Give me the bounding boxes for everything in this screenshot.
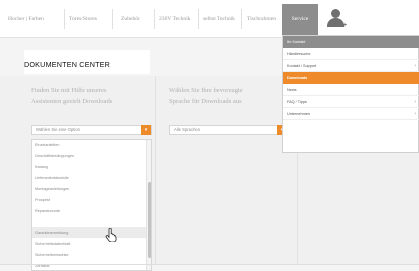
nav-divider (64, 9, 65, 29)
menu-item-unternehmen[interactable]: Unternehmen › (283, 108, 419, 120)
menu-item-news[interactable]: News (283, 84, 419, 96)
nav-divider (241, 9, 242, 29)
page-title: DOKUMENTEN CENTER (24, 60, 111, 69)
nav-item-tores-stores[interactable]: Tores/Stores (69, 0, 97, 38)
chevron-right-icon: › (414, 99, 416, 105)
left-intro-text: Finden Sie mit Hilfe unseres Assistenten… (31, 87, 113, 105)
menu-item-faq-tipps[interactable]: FAQ / Tipps › (283, 96, 419, 108)
nav-item-service[interactable]: Service (282, 4, 318, 35)
menu-item-downloads[interactable]: Downloads (283, 72, 419, 84)
dropdown-option[interactable]: Zertifikat (35, 261, 50, 270)
language-select[interactable]: Alle Sprachen ▾ (169, 125, 288, 135)
dropdown-option[interactable]: Sicherheitsdatenblatt (35, 239, 70, 249)
dropdown-option-hovered[interactable]: Garantieanmeldung (35, 228, 68, 238)
language-intro-text: Wählen Sie Ihre bevorzugte Sprache für D… (169, 87, 243, 105)
nav-divider (112, 9, 113, 29)
hand-pointer-cursor-icon (105, 228, 117, 242)
user-account-button[interactable]: + (320, 4, 352, 35)
dropdown-arrow-icon: ▾ (141, 125, 151, 135)
service-dropdown-menu: Ihr Kontakt Händlersuche Kontakt / Suppo… (282, 35, 419, 153)
dropdown-option[interactable]: Prospekt (35, 195, 50, 205)
chevron-right-icon: › (414, 63, 416, 69)
nav-item-hocher-farben[interactable]: Hocher | Farben (8, 0, 44, 38)
document-type-select[interactable]: Wählen Sie eine Option ▾ (31, 125, 152, 135)
document-type-dropdown-list: Einzelanleitien Geschäftsbedingungen Kat… (31, 139, 152, 271)
nav-divider (154, 9, 155, 29)
nav-item-tischrahmen[interactable]: Tischrahmen (247, 0, 276, 38)
dropdown-option[interactable]: Reparaturcode (35, 206, 60, 216)
dropdown-option[interactable]: Einzelanleitien (35, 140, 60, 150)
scrollbar-thumb[interactable] (148, 182, 151, 258)
menu-item-haendlersuche[interactable]: Händlersuche (283, 48, 419, 60)
nav-item-zubehoer[interactable]: Zubehör (121, 0, 140, 38)
dropdown-option[interactable]: Montageanleitungen (35, 184, 69, 194)
dropdown-option[interactable]: Sicherheitshinweise (35, 250, 69, 260)
nav-item-230v-technik[interactable]: 230V Technik (159, 0, 191, 38)
dropdown-option[interactable]: Katalog (35, 162, 48, 172)
dropdown-option[interactable]: Lieferantenfaksimile (35, 173, 69, 183)
nav-divider (198, 9, 199, 29)
footer-divider (0, 264, 419, 265)
dropdown-option[interactable]: Geschäftsbedingungen (35, 151, 74, 161)
chevron-right-icon: › (414, 111, 416, 117)
column-divider (155, 76, 156, 264)
nav-item-selbst-technik[interactable]: selbst Technik (203, 0, 235, 38)
menu-header: Ihr Kontakt (283, 36, 419, 48)
menu-item-kontakt-support[interactable]: Kontakt / Support › (283, 60, 419, 72)
top-navigation: Hocher | Farben Tores/Stores Zubehör 230… (0, 0, 419, 38)
dropdown-scrollbar[interactable] (146, 140, 151, 270)
